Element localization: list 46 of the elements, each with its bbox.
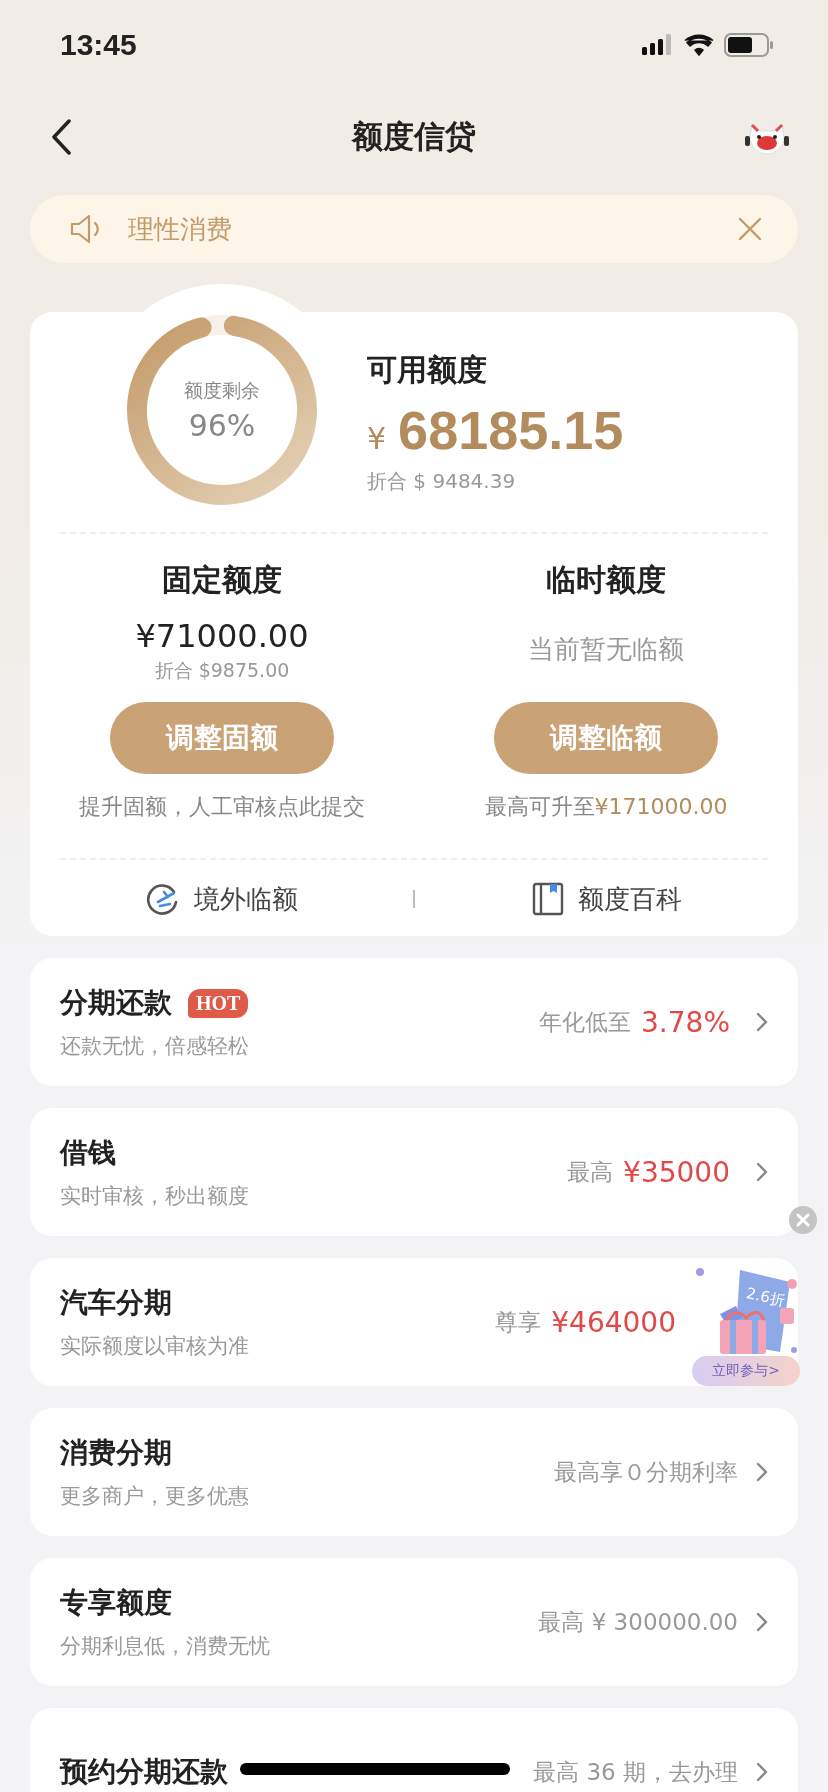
currency-sign: ¥	[367, 421, 387, 456]
product-label: 最高 36 期，去办理	[533, 1757, 738, 1787]
product-title: 预约分期还款	[60, 1754, 228, 1790]
product-subtitle: 更多商户，更多优惠	[60, 1483, 249, 1510]
product-subtitle: 实际额度以审核为准	[60, 1333, 249, 1360]
hot-badge: HOT	[188, 988, 249, 1018]
product-subtitle: 还款无忧，倍感轻松	[60, 1033, 249, 1060]
product-title: 借钱	[60, 1135, 116, 1171]
product-title: 分期还款	[60, 985, 172, 1021]
product-row[interactable]: 借钱 实时审核，秒出额度 最高 ¥35000	[30, 1108, 798, 1236]
available-title: 可用额度	[367, 351, 488, 389]
limit-title: 临时额度	[546, 561, 666, 599]
discount-label: 2.6折	[744, 1284, 787, 1311]
available-amount: 68185.15	[398, 399, 624, 462]
status-time: 13:45	[60, 28, 137, 62]
limit-amount: ¥71000.00	[135, 616, 309, 657]
product-subtitle: 分期利息低，消费无忧	[60, 1633, 270, 1660]
product-value: 3.78%	[641, 1005, 730, 1039]
product-title: 汽车分期	[60, 1285, 172, 1321]
limit-note: 提升固额，人工审核点此提交	[79, 793, 365, 821]
converted-amount: 折合 $9875.00	[154, 658, 290, 683]
product-label: 最高	[567, 1157, 614, 1187]
product-value: ¥464000	[551, 1305, 676, 1339]
product-title: 消费分期	[60, 1435, 172, 1471]
limit-note: 最高可升至¥171000.00	[484, 793, 728, 821]
product-row[interactable]: 分期还款 HOT 还款无忧，倍感轻松 年化低至 3.78%	[30, 958, 798, 1086]
product-row[interactable]: 预约分期还款 最高 36 期，去办理	[30, 1708, 798, 1792]
product-label: 最高享０分期利率	[554, 1457, 738, 1487]
notice-text: 理性消费	[128, 212, 233, 246]
product-row[interactable]: 消费分期 更多商户，更多优惠 最高享０分期利率	[30, 1408, 798, 1536]
product-label: 最高 ¥ 300000.00	[538, 1607, 738, 1637]
ring-percent: 96%	[188, 407, 256, 443]
product-row[interactable]: 专享额度 分期利息低，消费无忧 最高 ¥ 300000.00	[30, 1558, 798, 1686]
product-subtitle: 实时审核，秒出额度	[60, 1183, 249, 1210]
converted-amount: 折合 $ 9484.39	[367, 468, 517, 495]
limit-status: 当前暂无临额	[528, 632, 684, 666]
link-label[interactable]: 境外临额	[193, 881, 298, 917]
product-title: 专享额度	[60, 1585, 172, 1621]
product-label: 年化低至	[539, 1007, 632, 1037]
link-label[interactable]: 额度百科	[577, 881, 682, 917]
product-value: ¥35000	[623, 1155, 730, 1189]
limit-title: 固定额度	[162, 561, 282, 599]
join-button[interactable]: 立即参与>	[692, 1356, 800, 1386]
ring-label: 额度剩余	[184, 377, 260, 403]
page-title: 额度信贷	[352, 117, 476, 156]
product-label: 尊享	[495, 1307, 542, 1337]
